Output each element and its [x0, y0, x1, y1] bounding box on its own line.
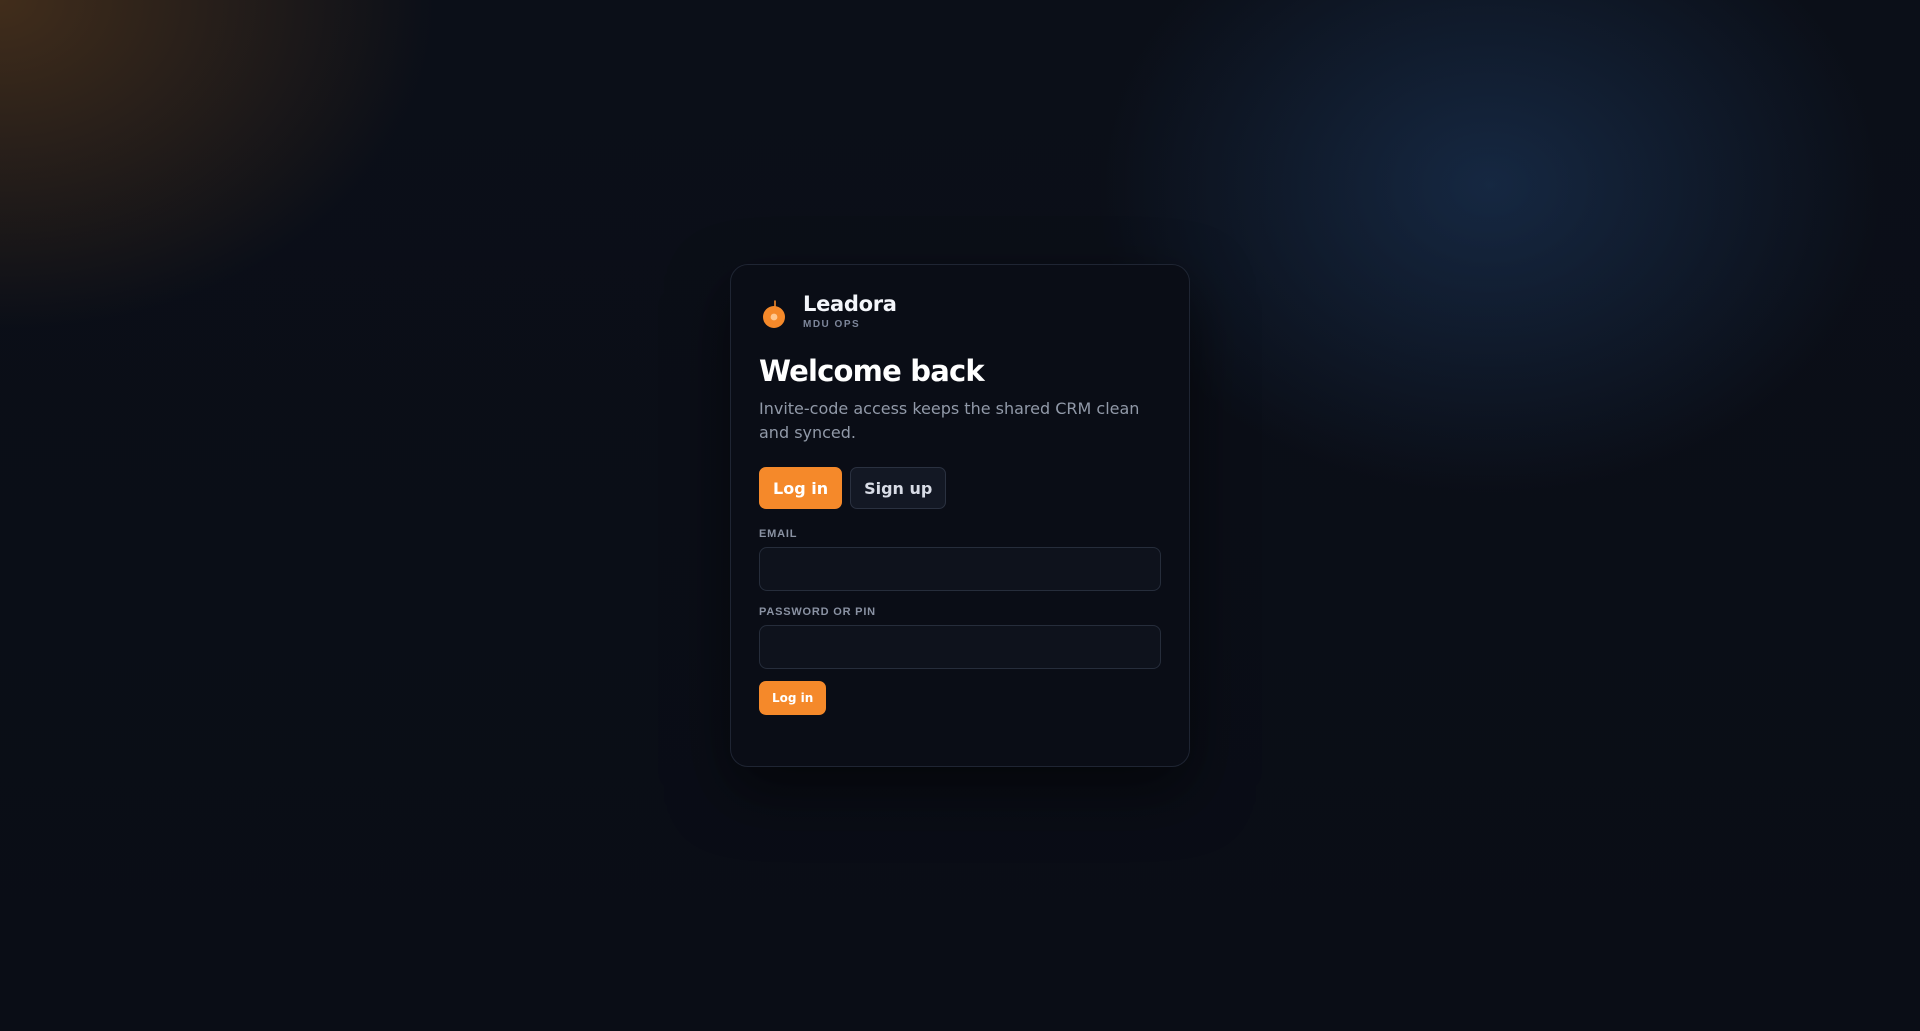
brand-header: Leadora MDU OPS	[759, 291, 1161, 333]
brand-text: Leadora MDU OPS	[803, 292, 897, 332]
tab-log-in[interactable]: Log in	[759, 467, 843, 509]
password-field[interactable]	[759, 625, 1161, 669]
page-subtitle: Invite-code access keeps the shared CRM …	[759, 399, 1140, 442]
email-field[interactable]	[759, 547, 1161, 591]
page-title: Welcome back	[759, 354, 985, 388]
log-in-button[interactable]: Log in	[759, 681, 827, 715]
auth-tabs: Log in Sign up	[759, 467, 1161, 509]
brand-subtitle: MDU OPS	[803, 319, 861, 330]
tab-sign-up[interactable]: Sign up	[850, 467, 947, 509]
brand-name: Leadora	[803, 292, 897, 316]
email-label: EMAIL	[759, 528, 798, 540]
password-label: PASSWORD OR PIN	[759, 606, 876, 618]
orange-fruit-icon	[759, 295, 789, 329]
login-card: Leadora MDU OPS Welcome back Invite-code…	[730, 264, 1190, 767]
